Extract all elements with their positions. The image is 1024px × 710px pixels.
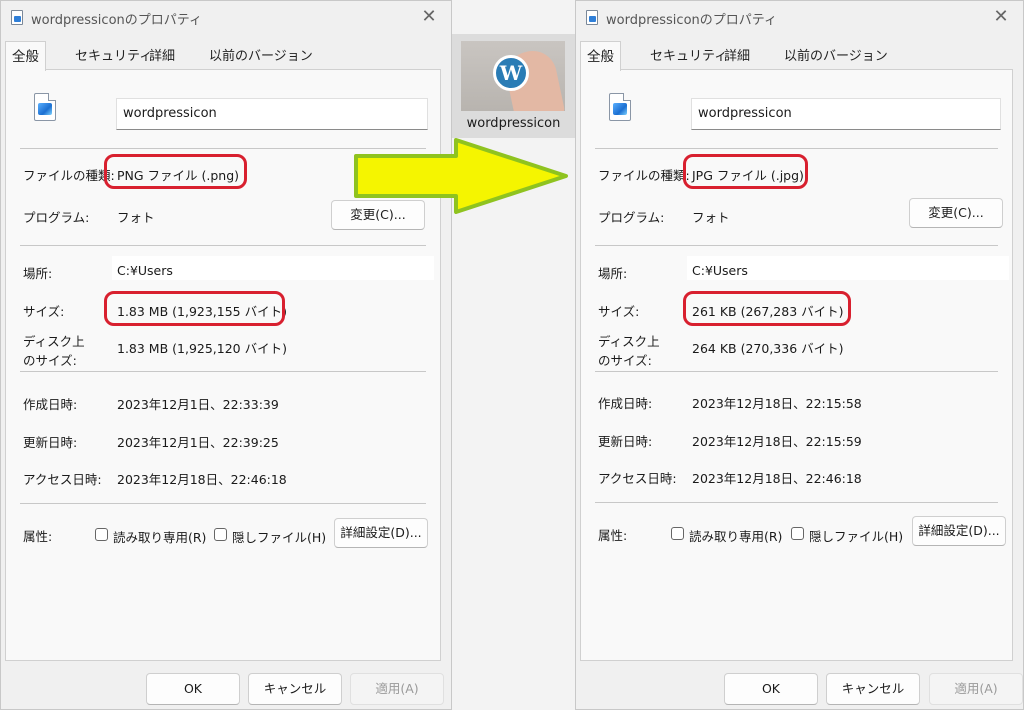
created-label: 作成日時: xyxy=(23,397,78,412)
location-value: C:¥Users xyxy=(117,263,173,278)
divider xyxy=(595,371,998,372)
apply-button[interactable]: 適用(A) xyxy=(350,673,444,705)
location-label: 場所: xyxy=(23,266,53,281)
change-button[interactable]: 変更(C)... xyxy=(909,198,1003,228)
attributes-label: 属性: xyxy=(598,528,628,543)
divider xyxy=(20,503,426,504)
ok-button[interactable]: OK xyxy=(146,673,240,705)
program-value: フォト xyxy=(692,210,730,225)
advanced-button[interactable]: 詳細設定(D)... xyxy=(912,516,1006,546)
wordpress-logo-icon: W xyxy=(493,55,529,91)
size-on-disk-label-line1: ディスク上 xyxy=(23,334,85,349)
created-value: 2023年12月1日、22:33:39 xyxy=(117,397,279,412)
general-panel: wordpressicon ファイルの種類: JPG ファイル (.jpg) プ… xyxy=(580,69,1013,661)
ok-button[interactable]: OK xyxy=(724,673,818,705)
hidden-checkbox[interactable] xyxy=(214,528,227,541)
file-type-label: ファイルの種類: xyxy=(23,168,115,183)
highlight-box xyxy=(104,154,247,189)
highlight-box xyxy=(104,291,285,326)
readonly-checkbox-label[interactable]: 読み取り専用(R) xyxy=(113,527,206,546)
readonly-checkbox-label[interactable]: 読み取り専用(R) xyxy=(689,526,782,545)
program-label: プログラム: xyxy=(598,210,665,225)
location-value: C:¥Users xyxy=(692,263,748,278)
modified-value: 2023年12月18日、22:15:59 xyxy=(692,434,862,449)
program-value: フォト xyxy=(117,210,155,225)
file-icon xyxy=(586,10,598,25)
cancel-button[interactable]: キャンセル xyxy=(248,673,342,705)
filename-input[interactable]: wordpressicon xyxy=(691,98,1001,130)
file-icon xyxy=(11,10,23,25)
hidden-checkbox-label[interactable]: 隠しファイル(H) xyxy=(232,527,326,546)
tab-previous-versions[interactable]: 以前のバージョン xyxy=(777,45,895,69)
created-label: 作成日時: xyxy=(598,396,653,411)
hidden-checkbox-label[interactable]: 隠しファイル(H) xyxy=(809,526,903,545)
tab-general[interactable]: 全般 xyxy=(5,41,46,71)
window-title: wordpressiconのプロパティ xyxy=(31,13,202,28)
title-bar: wordpressiconのプロパティ ✕ xyxy=(1,1,451,35)
image-file-icon xyxy=(34,93,56,121)
size-on-disk-label-line2: のサイズ: xyxy=(23,353,77,368)
title-bar: wordpressiconのプロパティ ✕ xyxy=(576,1,1023,35)
tab-previous-versions[interactable]: 以前のバージョン xyxy=(202,45,320,69)
arrow-shape xyxy=(354,138,568,214)
readonly-checkbox[interactable] xyxy=(95,528,108,541)
hidden-checkbox[interactable] xyxy=(791,527,804,540)
modified-value: 2023年12月1日、22:39:25 xyxy=(117,435,279,450)
properties-dialog-jpg: wordpressiconのプロパティ ✕ 全般 セキュリティ 詳細 以前のバー… xyxy=(575,0,1024,710)
highlight-box xyxy=(683,291,851,326)
tab-general[interactable]: 全般 xyxy=(580,41,621,71)
tab-details[interactable]: 詳細 xyxy=(717,45,757,69)
file-name-label[interactable]: wordpressicon xyxy=(452,116,575,131)
properties-dialog-png: wordpressiconのプロパティ ✕ 全般 セキュリティ 詳細 以前のバー… xyxy=(0,0,452,710)
highlight-box xyxy=(683,154,808,189)
size-on-disk-value: 264 KB (270,336 バイト) xyxy=(692,341,844,356)
created-value: 2023年12月18日、22:15:58 xyxy=(692,396,862,411)
divider xyxy=(595,502,998,503)
image-file-icon xyxy=(609,93,631,121)
readonly-checkbox[interactable] xyxy=(671,527,684,540)
size-on-disk-label-line2: のサイズ: xyxy=(598,353,652,368)
size-on-disk-label-line1: ディスク上 xyxy=(598,334,660,349)
tab-details[interactable]: 詳細 xyxy=(142,45,182,69)
attributes-label: 属性: xyxy=(23,529,53,544)
close-icon[interactable]: ✕ xyxy=(989,5,1013,29)
apply-button[interactable]: 適用(A) xyxy=(929,673,1023,705)
divider xyxy=(20,371,426,372)
file-thumbnail-area: W wordpressicon xyxy=(452,0,575,710)
accessed-value: 2023年12月18日、22:46:18 xyxy=(692,471,862,486)
size-on-disk-value: 1.83 MB (1,925,120 バイト) xyxy=(117,341,287,356)
divider xyxy=(595,148,998,149)
modified-label: 更新日時: xyxy=(598,434,653,449)
arrow-right-icon xyxy=(354,138,568,214)
modified-label: 更新日時: xyxy=(23,435,78,450)
size-label: サイズ: xyxy=(598,304,640,319)
image-thumbnail[interactable]: W xyxy=(461,41,565,111)
divider xyxy=(595,245,998,246)
accessed-label: アクセス日時: xyxy=(598,471,677,486)
file-type-label: ファイルの種類: xyxy=(598,168,690,183)
accessed-label: アクセス日時: xyxy=(23,472,102,487)
divider xyxy=(20,245,426,246)
size-label: サイズ: xyxy=(23,304,65,319)
advanced-button[interactable]: 詳細設定(D)... xyxy=(334,518,428,548)
accessed-value: 2023年12月18日、22:46:18 xyxy=(117,472,287,487)
location-label: 場所: xyxy=(598,266,628,281)
cancel-button[interactable]: キャンセル xyxy=(826,673,920,705)
filename-input[interactable]: wordpressicon xyxy=(116,98,428,130)
program-label: プログラム: xyxy=(23,210,90,225)
close-icon[interactable]: ✕ xyxy=(417,5,441,29)
window-title: wordpressiconのプロパティ xyxy=(606,13,777,28)
